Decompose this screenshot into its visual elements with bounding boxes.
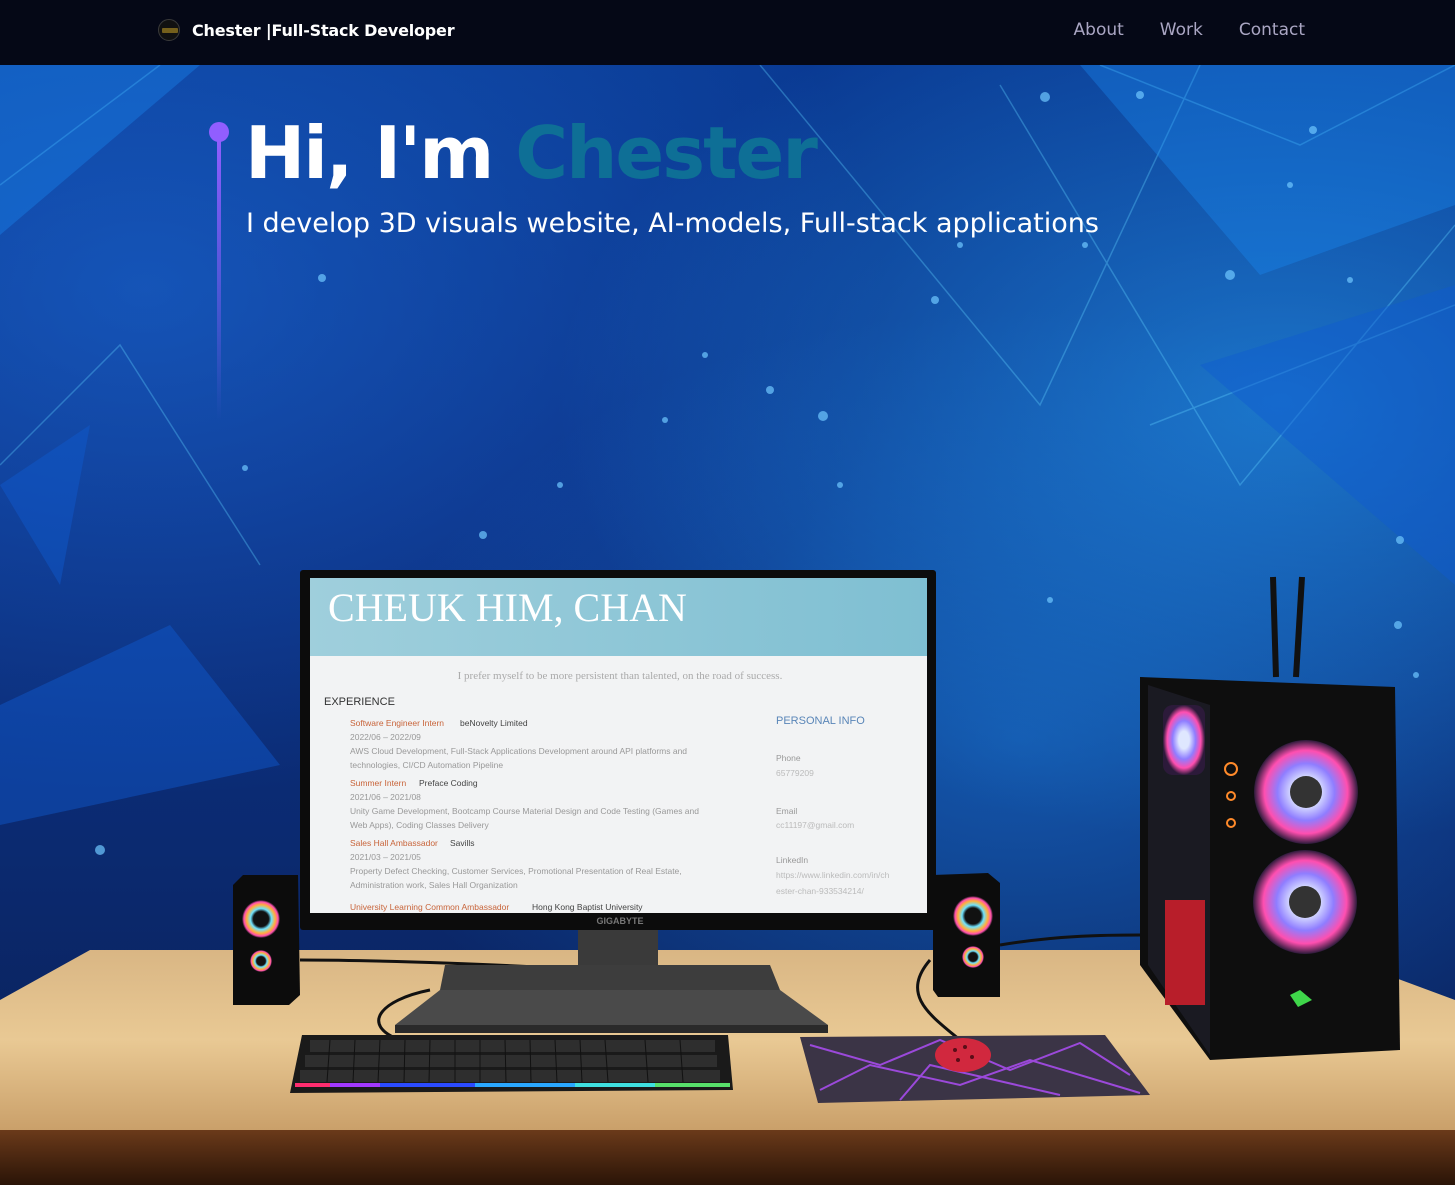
resume-job-role: Sales Hall Ambassador bbox=[350, 838, 438, 848]
resume-job-company: beNovelty Limited bbox=[460, 718, 528, 728]
brand-name: Chester bbox=[192, 20, 261, 40]
resume-email: cc11197@gmail.com bbox=[776, 820, 854, 830]
monitor: CHEUK HIM, CHAN I prefer myself to be mo… bbox=[300, 570, 936, 930]
resume-personal-info-heading: PERSONAL INFO bbox=[776, 715, 865, 727]
resume-linkedin: ester-chan-933534214/ bbox=[776, 886, 865, 896]
monitor-stand bbox=[395, 925, 828, 1033]
right-speaker bbox=[933, 873, 1000, 997]
brand-text: Chester |Full-Stack Developer bbox=[192, 20, 455, 40]
resume-experience-heading: EXPERIENCE bbox=[324, 696, 395, 708]
brand-home-link[interactable]: Chester |Full-Stack Developer bbox=[158, 19, 455, 41]
resume-phone: 65779209 bbox=[776, 768, 814, 778]
resume-job-desc: technologies, CI/CD Automation Pipeline bbox=[350, 760, 503, 770]
desk-setup-3d-canvas[interactable]: CHEUK HIM, CHAN I prefer myself to be mo… bbox=[0, 65, 1455, 1185]
resume-job-dates: 2021/06 – 2021/08 bbox=[350, 792, 421, 802]
mouse bbox=[935, 1038, 991, 1072]
resume-job-desc: Administration work, Sales Hall Organiza… bbox=[350, 880, 518, 890]
resume-name: CHEUK HIM, CHAN bbox=[328, 585, 687, 630]
resume-job-desc: AWS Cloud Development, Full-Stack Applic… bbox=[350, 746, 687, 756]
resume-job-dates: 2022/06 – 2022/09 bbox=[350, 732, 421, 742]
resume-job-dates: 2021/03 – 2021/05 bbox=[350, 852, 421, 862]
resume-job-desc: Web Apps), Coding Classes Delivery bbox=[350, 820, 489, 830]
resume-job-role: Summer Intern bbox=[350, 778, 406, 788]
mouse-pad bbox=[800, 1035, 1150, 1103]
nav-link-work[interactable]: Work bbox=[1160, 20, 1203, 40]
navbar: Chester |Full-Stack Developer About Work… bbox=[0, 0, 1455, 65]
monitor-brand-label: GIGABYTE bbox=[596, 916, 643, 926]
hero-section: Hi, I'm Chester I develop 3D visuals web… bbox=[0, 65, 1455, 1185]
pc-tower bbox=[1140, 576, 1400, 1060]
resume-job-desc: Property Defect Checking, Customer Servi… bbox=[350, 866, 682, 876]
left-speaker bbox=[233, 875, 300, 1005]
resume-job-company: Hong Kong Baptist University bbox=[532, 902, 643, 912]
logo-icon bbox=[158, 19, 180, 41]
brand-role: |Full-Stack Developer bbox=[265, 20, 455, 40]
resume-phone-label: Phone bbox=[776, 753, 801, 763]
resume-email-label: Email bbox=[776, 806, 797, 816]
resume-linkedin: https://www.linkedin.com/in/ch bbox=[776, 870, 890, 880]
resume-job-role: Software Engineer Intern bbox=[350, 718, 444, 728]
desk-edge bbox=[0, 1130, 1455, 1185]
resume-job-role: University Learning Common Ambassador bbox=[350, 902, 509, 912]
resume-job-desc: Unity Game Development, Bootcamp Course … bbox=[350, 806, 699, 816]
resume-job-company: Savills bbox=[450, 838, 475, 848]
resume-motto: I prefer myself to be more persistent th… bbox=[458, 670, 783, 682]
resume-job-company: Preface Coding bbox=[419, 778, 478, 788]
nav-links: About Work Contact bbox=[1074, 20, 1305, 40]
resume-linkedin-label: LinkedIn bbox=[776, 855, 808, 865]
nav-link-contact[interactable]: Contact bbox=[1239, 20, 1305, 40]
nav-link-about[interactable]: About bbox=[1074, 20, 1124, 40]
keyboard bbox=[290, 1035, 733, 1093]
